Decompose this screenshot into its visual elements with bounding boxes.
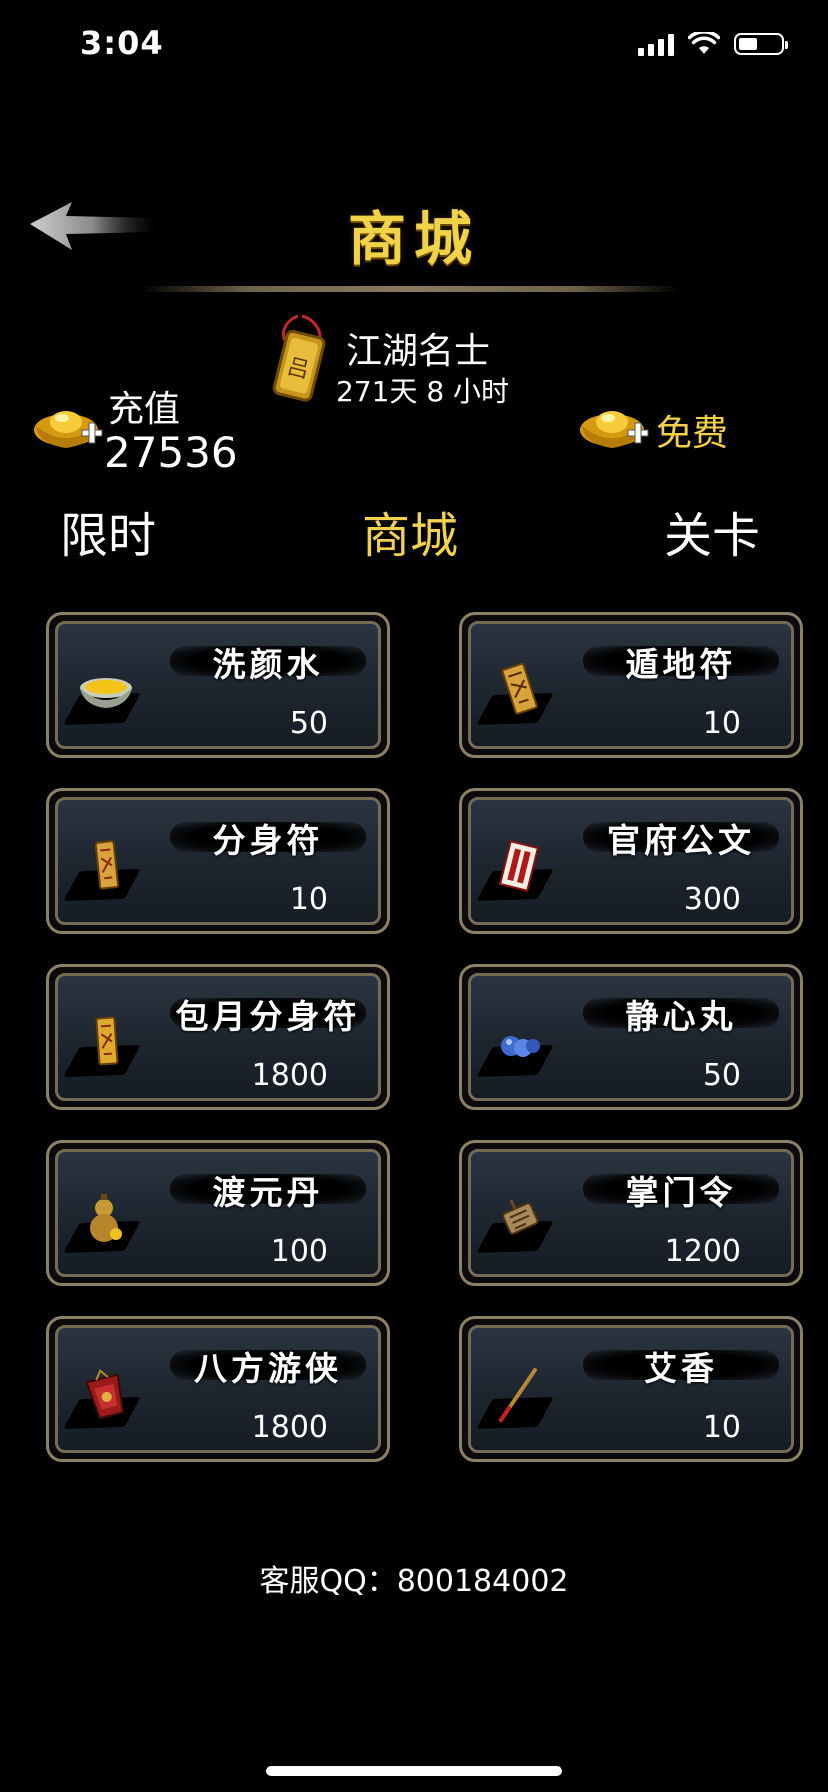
item-price: 100 bbox=[270, 1234, 328, 1269]
free-currency-label[interactable]: 免费 bbox=[656, 404, 728, 456]
gold-ingot-free-icon[interactable] bbox=[578, 400, 652, 456]
gold-ingot-add-icon[interactable] bbox=[32, 400, 106, 456]
item-name: 官府公文 bbox=[607, 821, 755, 860]
item-price: 1800 bbox=[251, 1410, 328, 1445]
tab-shop[interactable]: 商城 bbox=[362, 496, 458, 566]
recharge-balance: 27536 bbox=[104, 428, 238, 477]
shop-item-card[interactable]: 静心丸 50 bbox=[459, 964, 803, 1110]
pill-icon bbox=[501, 1036, 540, 1057]
item-name: 包月分身符 bbox=[175, 997, 361, 1036]
item-name: 分身符 bbox=[212, 821, 324, 860]
item-price: 1200 bbox=[664, 1234, 741, 1269]
item-price: 1800 bbox=[251, 1058, 328, 1093]
item-price: 10 bbox=[702, 706, 741, 741]
shop-item-card[interactable]: 包月分身符 1800 bbox=[46, 964, 390, 1110]
talisman-icon bbox=[95, 1016, 119, 1066]
bowl-icon bbox=[80, 678, 132, 708]
shop-item-card[interactable]: 分身符 10 bbox=[46, 788, 390, 934]
shop-item-card[interactable]: 艾香 10 bbox=[459, 1316, 803, 1462]
shop-item-card[interactable]: 洗颜水 50 bbox=[46, 612, 390, 758]
item-name: 渡元丹 bbox=[212, 1173, 324, 1212]
item-price: 50 bbox=[702, 1058, 741, 1093]
customer-service-contact: 客服QQ：800184002 bbox=[259, 1564, 569, 1599]
scroll-icon bbox=[498, 840, 540, 892]
item-price: 10 bbox=[702, 1410, 741, 1445]
shop-item-card[interactable]: 八方游侠 1800 bbox=[46, 1316, 390, 1462]
shop-item-card[interactable]: 遁地符 10 bbox=[459, 612, 803, 758]
battery-icon bbox=[734, 33, 788, 55]
item-price: 10 bbox=[289, 882, 328, 917]
status-time: 3:04 bbox=[80, 24, 164, 62]
gourd-icon bbox=[90, 1194, 122, 1242]
token-icon bbox=[502, 1199, 539, 1235]
cellular-signal-icon bbox=[638, 32, 674, 56]
talisman-icon bbox=[94, 840, 120, 890]
item-name: 掌门令 bbox=[625, 1173, 737, 1212]
shop-item-card[interactable]: 掌门令 1200 bbox=[459, 1140, 803, 1286]
page-title: 商城 bbox=[347, 205, 480, 273]
membership-remaining: 271天 8 小时 bbox=[336, 375, 510, 408]
tab-limited[interactable]: 限时 bbox=[60, 496, 156, 566]
item-price: 50 bbox=[289, 706, 328, 741]
wifi-icon bbox=[688, 32, 720, 54]
shop-item-card[interactable]: 渡元丹 100 bbox=[46, 1140, 390, 1286]
item-name: 遁地符 bbox=[625, 645, 737, 684]
membership-tag-icon: 吕 bbox=[272, 314, 326, 402]
item-name: 八方游侠 bbox=[194, 1349, 342, 1388]
pouch-icon bbox=[85, 1369, 125, 1420]
item-name: 洗颜水 bbox=[212, 645, 324, 684]
item-name: 艾香 bbox=[644, 1349, 718, 1388]
shop-item-card[interactable]: 官府公文 300 bbox=[459, 788, 803, 934]
status-icons bbox=[638, 32, 788, 56]
title-divider bbox=[140, 286, 680, 292]
membership-name: 江湖名士 bbox=[346, 331, 491, 372]
status-bar: 3:04 bbox=[0, 0, 828, 90]
tab-levels[interactable]: 关卡 bbox=[664, 496, 760, 566]
home-indicator[interactable] bbox=[266, 1766, 562, 1776]
talisman-icon bbox=[501, 662, 538, 715]
recharge-label[interactable]: 充值 bbox=[108, 380, 180, 432]
item-name: 静心丸 bbox=[625, 997, 737, 1036]
incense-icon bbox=[499, 1368, 537, 1422]
item-price: 300 bbox=[683, 882, 741, 917]
